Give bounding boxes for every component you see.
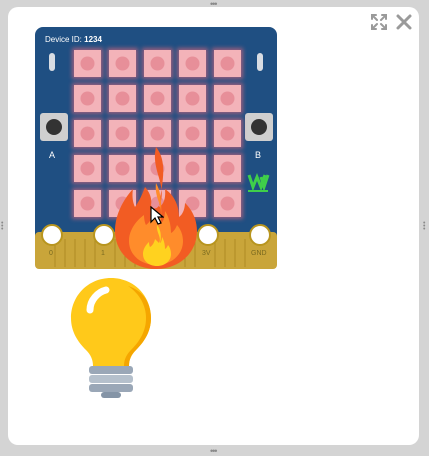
led-center [150,56,165,71]
led-center [115,126,130,141]
led-center [220,161,235,176]
led-center [80,126,95,141]
led-center [220,56,235,71]
led-center [220,91,235,106]
resize-handle-bottom[interactable]: ••• [210,447,218,456]
mouse-cursor-icon [150,206,164,225]
led-center [220,196,235,211]
pin-gnd-label: GND [251,250,267,257]
resize-handle-left[interactable]: • • • [1,220,5,233]
lightbulb-icon [71,278,151,398]
led-center [185,126,200,141]
button-a[interactable] [40,113,68,141]
led-center [220,126,235,141]
led-center [80,91,95,106]
led-center [115,91,130,106]
led-center [185,91,200,106]
device-id-label: Device ID: 1234 [45,35,102,44]
led-center [150,91,165,106]
close-button[interactable] [394,12,414,32]
fullscreen-button[interactable] [369,12,389,32]
led-center [80,196,95,211]
close-icon [396,14,412,30]
pin-3v-label: 3V [202,250,211,257]
fullscreen-icon [371,14,387,30]
pin-0-label: 0 [49,250,53,257]
resize-handle-right[interactable]: • • • [423,220,427,233]
button-a-label: A [49,150,56,160]
resize-handle-top[interactable]: ••• [210,0,218,9]
led-center [80,161,95,176]
button-b-label: B [255,150,262,160]
led-center [80,56,95,71]
pin-1-label: 1 [101,250,105,257]
led-center [115,56,130,71]
led-center [150,126,165,141]
led-center [185,56,200,71]
button-b[interactable] [245,113,273,141]
